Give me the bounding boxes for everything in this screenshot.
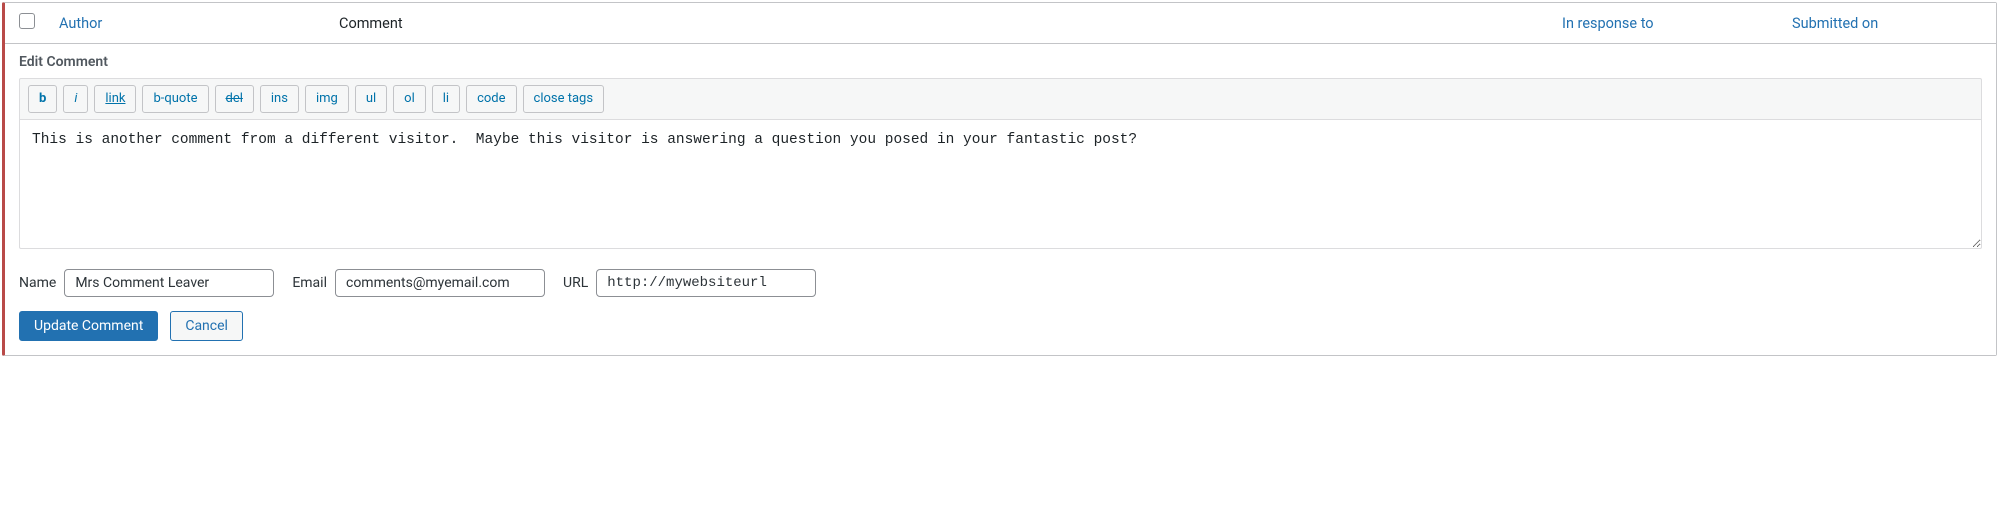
column-headers: Author Comment In response to Submitted … bbox=[5, 3, 1996, 44]
edit-comment-section: Edit Comment b i link b-quote del ins im… bbox=[5, 44, 1996, 355]
name-input[interactable] bbox=[64, 269, 274, 297]
qt-link-button[interactable]: link bbox=[94, 85, 136, 113]
email-input[interactable] bbox=[335, 269, 545, 297]
quicktags-toolbar: b i link b-quote del ins img ul ol li co… bbox=[19, 78, 1982, 119]
edit-comment-title: Edit Comment bbox=[19, 54, 1982, 70]
qt-img-button[interactable]: img bbox=[305, 85, 349, 113]
qt-bold-button[interactable]: b bbox=[28, 85, 57, 113]
cancel-button[interactable]: Cancel bbox=[170, 311, 243, 341]
select-all-checkbox[interactable] bbox=[19, 13, 35, 29]
qt-ins-button[interactable]: ins bbox=[260, 85, 299, 113]
column-comment: Comment bbox=[339, 15, 1562, 32]
email-label: Email bbox=[292, 275, 327, 291]
column-author[interactable]: Author bbox=[59, 15, 102, 32]
qt-li-button[interactable]: li bbox=[432, 85, 460, 113]
qt-ul-button[interactable]: ul bbox=[355, 85, 387, 113]
qt-bquote-button[interactable]: b-quote bbox=[142, 85, 208, 113]
name-label: Name bbox=[19, 275, 56, 291]
qt-code-button[interactable]: code bbox=[466, 85, 516, 113]
actions-row: Update Comment Cancel bbox=[19, 311, 1982, 341]
column-submitted[interactable]: Submitted on bbox=[1792, 15, 1878, 32]
column-response[interactable]: In response to bbox=[1562, 15, 1654, 32]
url-input[interactable] bbox=[596, 269, 816, 297]
comment-content-textarea[interactable] bbox=[19, 119, 1982, 249]
comment-edit-panel: Author Comment In response to Submitted … bbox=[2, 2, 1997, 356]
url-label: URL bbox=[563, 275, 588, 291]
qt-italic-button[interactable]: i bbox=[63, 85, 88, 113]
qt-ol-button[interactable]: ol bbox=[393, 85, 426, 113]
author-fields-row: Name Email URL bbox=[19, 269, 1982, 297]
qt-close-button[interactable]: close tags bbox=[523, 85, 605, 113]
qt-del-button[interactable]: del bbox=[215, 85, 254, 113]
update-comment-button[interactable]: Update Comment bbox=[19, 311, 158, 341]
